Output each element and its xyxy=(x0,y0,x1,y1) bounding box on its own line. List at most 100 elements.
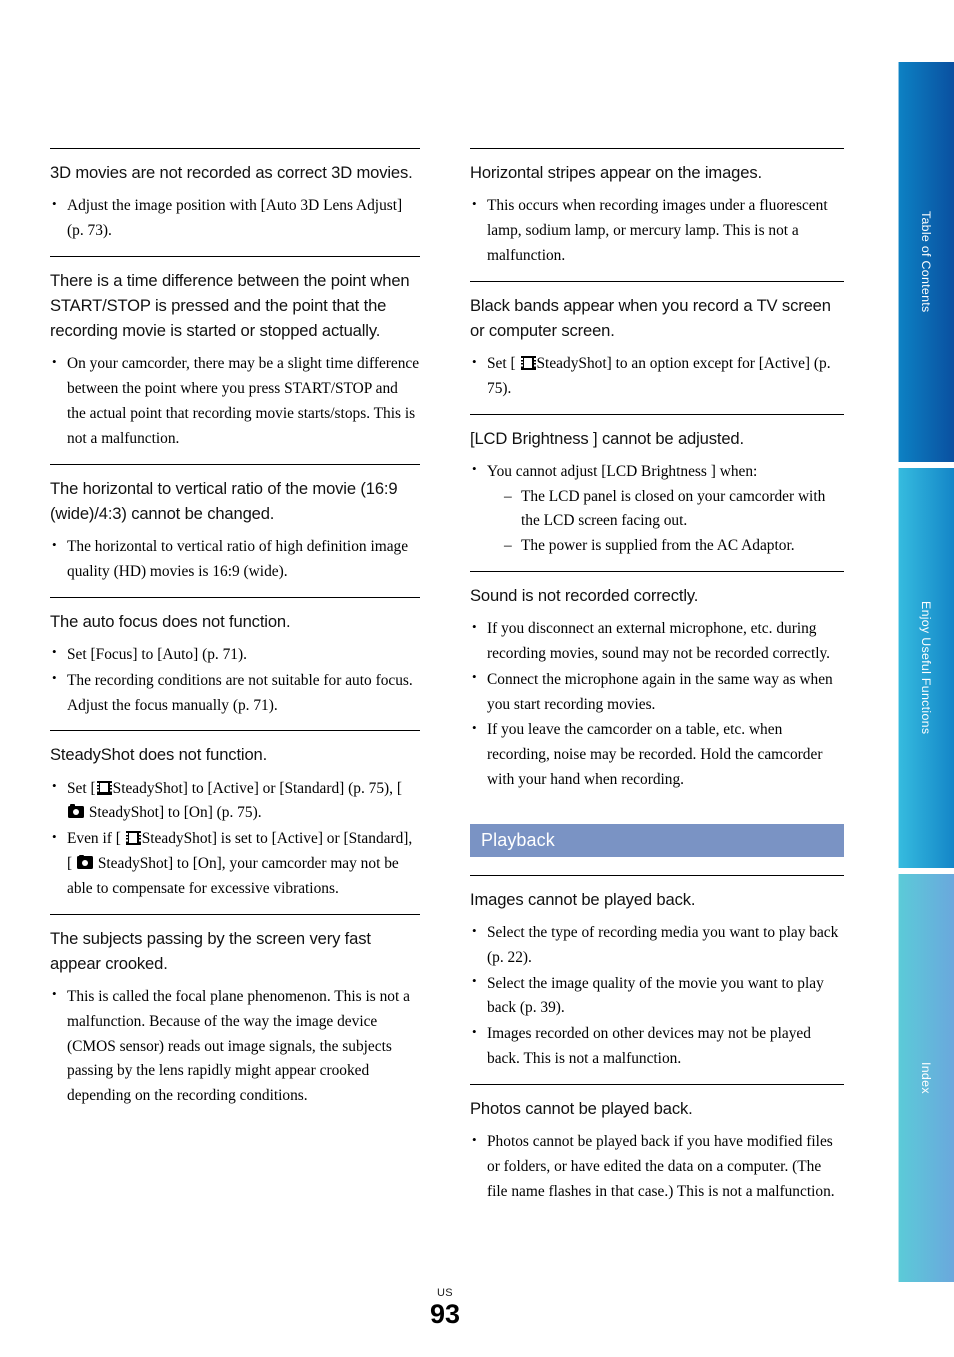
photo-icon xyxy=(76,855,93,869)
page-body: 3D movies are not recorded as correct 3D… xyxy=(0,0,890,1357)
section-heading: The horizontal to vertical ratio of the … xyxy=(50,478,398,523)
troubleshooting-section: Photos cannot be played back. Photos cann… xyxy=(470,1083,844,1217)
troubleshooting-section: 3D movies are not recorded as correct 3D… xyxy=(50,148,420,256)
movie-icon xyxy=(125,831,141,846)
section-heading: Black bands appear when you record a TV … xyxy=(470,295,831,340)
bullet-text: Photos cannot be played back if you have… xyxy=(487,1133,835,1200)
bullet-list: Select the type of recording media you w… xyxy=(470,921,844,1072)
playback-banner-label: Playback xyxy=(481,829,555,850)
movie-icon xyxy=(96,780,112,795)
side-tab-bar: Table of Contents Enjoy Useful Functions… xyxy=(890,0,954,1357)
side-tab-label: Table of Contents xyxy=(919,211,933,313)
bullet-text: This occurs when recording images under … xyxy=(487,197,828,264)
section-heading: Photos cannot be played back. xyxy=(470,1098,693,1118)
bullet-item: On your camcorder, there may be a slight… xyxy=(50,352,420,451)
bullet-item: Adjust the image position with [Auto 3D … xyxy=(50,194,420,244)
region-code: US xyxy=(437,1287,453,1299)
bullet-item: If you leave the camcorder on a table, e… xyxy=(470,718,844,792)
bullet-item: The recording conditions are not suitabl… xyxy=(50,668,420,719)
troubleshooting-section: The horizontal to vertical ratio of the … xyxy=(50,463,420,597)
right-column: Horizontal stripes appear on the images.… xyxy=(470,148,844,1216)
bullet-text: You cannot adjust [LCD Brightness ] when… xyxy=(487,462,758,480)
bullet-item: The horizontal to vertical ratio of high… xyxy=(50,535,420,585)
section-heading: The auto focus does not function. xyxy=(50,611,291,631)
bullet-item: This is called the focal plane phenomeno… xyxy=(50,984,420,1109)
section-heading: Sound is not recorded correctly. xyxy=(470,586,699,606)
playback-section-banner: Playback xyxy=(470,823,844,857)
two-column-layout: 3D movies are not recorded as correct 3D… xyxy=(50,148,844,1216)
bullet-text-segment: Set [ xyxy=(487,355,520,373)
bullet-text: Select the image quality of the movie yo… xyxy=(487,974,824,1017)
troubleshooting-section: Horizontal stripes appear on the images.… xyxy=(470,148,844,281)
bullet-text: On your camcorder, there may be a slight… xyxy=(67,355,420,447)
bullet-text: Set [Focus] to [Auto] (p. 71). xyxy=(67,645,247,663)
section-heading: Horizontal stripes appear on the images. xyxy=(470,163,762,182)
side-tab-enjoy-useful-functions[interactable]: Enjoy Useful Functions xyxy=(896,468,954,868)
side-tab-index[interactable]: Index xyxy=(896,874,954,1282)
section-heading: Images cannot be played back. xyxy=(470,889,696,909)
sub-dash-item: The power is supplied from the AC Adapto… xyxy=(504,534,844,559)
bullet-list: If you disconnect an external microphone… xyxy=(470,617,844,793)
sub-dash-item: The LCD panel is closed on your camcorde… xyxy=(504,485,844,535)
bullet-text-segment: SteadyShot] to [On] (p. 75). xyxy=(85,804,262,822)
bullet-list: On your camcorder, there may be a slight… xyxy=(50,352,420,451)
troubleshooting-section: Sound is not recorded correctly. If you d… xyxy=(470,571,844,805)
bullet-item: Even if [ SteadyShot] is set to [Active]… xyxy=(50,827,420,901)
bullet-text: Connect the microphone again in the same… xyxy=(487,670,833,713)
bullet-item: Set [ SteadyShot] to an option except fo… xyxy=(470,352,844,402)
sub-dash-list: The LCD panel is closed on your camcorde… xyxy=(504,485,844,559)
bullet-text: This is called the focal plane phenomeno… xyxy=(67,987,410,1105)
bullet-text: Images recorded on other devices may not… xyxy=(487,1025,811,1068)
page-number: 93 xyxy=(429,1299,461,1329)
section-heading: SteadyShot does not function. xyxy=(50,745,268,765)
bullet-text-segment: Even if [ xyxy=(67,830,125,848)
bullet-list: This occurs when recording images under … xyxy=(470,194,844,268)
bullet-list: Set [Focus] to [Auto] (p. 71). The record… xyxy=(50,642,420,719)
bullet-item: This occurs when recording images under … xyxy=(470,194,844,268)
bullet-list: You cannot adjust [LCD Brightness ] when… xyxy=(470,459,844,559)
troubleshooting-section: The subjects passing by the screen very … xyxy=(50,913,420,1121)
bullet-item: Images recorded on other devices may not… xyxy=(470,1022,844,1072)
bullet-text: Adjust the image position with [Auto 3D … xyxy=(67,197,403,240)
bullet-text: The horizontal to vertical ratio of high… xyxy=(67,538,409,580)
bullet-item: Set [ SteadyShot] to [Active] or [Standar… xyxy=(50,776,420,827)
troubleshooting-section: SteadyShot does not function. Set [ Steady… xyxy=(50,730,420,913)
photo-icon xyxy=(68,804,84,819)
bullet-item: If you disconnect an external microphone… xyxy=(470,617,844,667)
side-tab-label: Index xyxy=(919,1062,933,1094)
section-heading: [LCD Brightness ] cannot be adjusted. xyxy=(470,428,744,448)
troubleshooting-section: Images cannot be played back. Select the … xyxy=(470,874,844,1084)
movie-icon xyxy=(520,356,536,371)
bullet-item: Select the image quality of the movie yo… xyxy=(470,971,844,1022)
left-column: 3D movies are not recorded as correct 3D… xyxy=(50,148,420,1216)
bullet-text-segment: Set [ xyxy=(67,779,96,797)
page-footer: US 93 xyxy=(0,1287,890,1329)
bullet-text-segment: SteadyShot] to [Active] or [Standard] (p… xyxy=(112,779,402,797)
section-heading: There is a time difference between the p… xyxy=(50,270,410,341)
bullet-list: This is called the focal plane phenomeno… xyxy=(50,984,420,1109)
bullet-list: Adjust the image position with [Auto 3D … xyxy=(50,194,420,244)
troubleshooting-section: [LCD Brightness ] cannot be adjusted. You… xyxy=(470,413,844,571)
bullet-text: Select the type of recording media you w… xyxy=(487,924,839,966)
section-heading: 3D movies are not recorded as correct 3D… xyxy=(50,163,413,182)
troubleshooting-section: The auto focus does not function. Set [Fo… xyxy=(50,596,420,731)
bullet-text-segment: SteadyShot] to an option except for [Act… xyxy=(487,355,831,397)
bullet-item: Select the type of recording media you w… xyxy=(470,921,844,971)
side-tab-table-of-contents[interactable]: Table of Contents xyxy=(896,62,954,462)
bullet-text-segment: SteadyShot] to [On], your camcorder may … xyxy=(67,854,399,897)
bullet-list: Photos cannot be played back if you have… xyxy=(470,1130,844,1204)
bullet-item: Set [Focus] to [Auto] (p. 71). xyxy=(50,642,420,668)
side-tab-label: Enjoy Useful Functions xyxy=(919,601,933,735)
troubleshooting-section: There is a time difference between the p… xyxy=(50,255,420,464)
bullet-item: You cannot adjust [LCD Brightness ] when… xyxy=(470,459,844,559)
bullet-item: Photos cannot be played back if you have… xyxy=(470,1130,844,1204)
bullet-list: The horizontal to vertical ratio of high… xyxy=(50,535,420,585)
bullet-list: Set [ SteadyShot] to an option except fo… xyxy=(470,352,844,402)
bullet-list: Set [ SteadyShot] to [Active] or [Standar… xyxy=(50,776,420,902)
bullet-text: If you disconnect an external microphone… xyxy=(487,620,831,663)
bullet-text: The recording conditions are not suitabl… xyxy=(67,671,413,714)
bullet-text: If you leave the camcorder on a table, e… xyxy=(487,721,823,789)
bullet-item: Connect the microphone again in the same… xyxy=(470,667,844,718)
section-heading: The subjects passing by the screen very … xyxy=(50,928,371,973)
troubleshooting-section: Black bands appear when you record a TV … xyxy=(470,280,844,414)
